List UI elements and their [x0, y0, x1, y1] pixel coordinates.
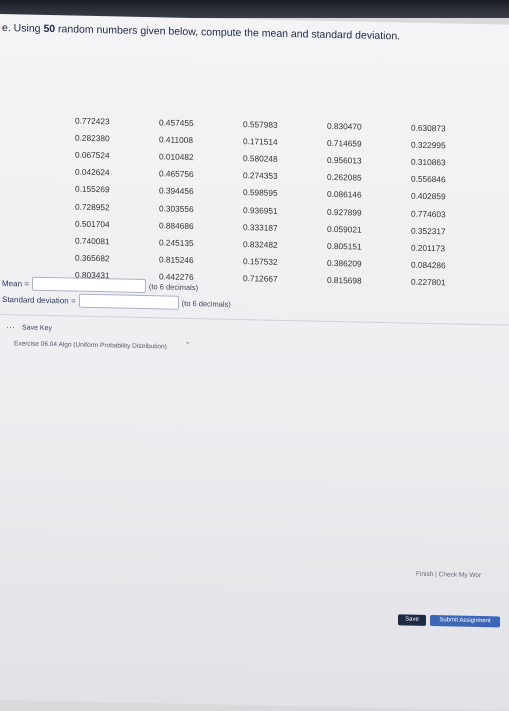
table-cell: 0.303556	[159, 202, 194, 214]
table-cell: 0.059021	[327, 223, 362, 235]
table-cell: 0.557983	[243, 118, 278, 130]
table-cell: 0.157532	[243, 256, 278, 267]
table-cell: 0.772423	[75, 115, 110, 126]
table-cell: 0.394456	[159, 185, 194, 197]
table-cell: 0.227801	[411, 276, 446, 288]
table-cell: 0.042624	[75, 166, 110, 178]
mean-input[interactable]	[31, 276, 146, 294]
table-cell: 0.084286	[411, 259, 446, 271]
table-cell: 0.201173	[411, 242, 445, 254]
table-cell: 0.010482	[159, 151, 194, 163]
table-cell: 0.556846	[411, 173, 446, 185]
table-cell: 0.402859	[411, 190, 446, 202]
table-cell: 0.936951	[243, 204, 278, 216]
save-key-link[interactable]: Save Key	[22, 324, 52, 332]
table-cell: 0.630873	[411, 122, 446, 133]
table-cell: 0.352317	[411, 225, 446, 237]
table-cell: 0.830470	[327, 120, 362, 132]
table-cell: 0.365682	[75, 252, 110, 264]
table-cell: 0.333187	[243, 221, 278, 233]
table-cell: 0.956013	[327, 154, 362, 166]
table-cell: 0.805151	[327, 240, 362, 252]
submit-assignment-button[interactable]: Submit Assignment	[430, 615, 500, 628]
table-cell: 0.714659	[327, 137, 362, 149]
table-cell: 0.457455	[159, 116, 194, 128]
chevron-down-icon[interactable]: ⌄	[184, 336, 192, 347]
table-cell: 0.155269	[75, 183, 110, 195]
instruction-text: e. Using 50 random numbers given below, …	[2, 22, 401, 43]
table-cell: 0.832482	[243, 238, 278, 250]
finish-check-link[interactable]: Finish | Check My Wor	[416, 571, 481, 579]
table-cell: 0.262085	[327, 172, 362, 183]
random-numbers-table: 0.772423 0.457455 0.557983 0.830470 0.630873…	[75, 112, 495, 293]
table-cell: 0.740081	[75, 235, 110, 247]
table-cell: 0.322995	[411, 139, 446, 151]
more-icon[interactable]: ⋯	[6, 322, 16, 333]
table-cell: 0.274353	[243, 170, 278, 181]
table-cell: 0.310863	[411, 156, 446, 168]
table-cell: 0.884686	[159, 220, 194, 231]
table-cell: 0.086146	[327, 189, 362, 200]
mean-note: (to 6 decimals)	[148, 281, 199, 292]
table-cell: 0.598595	[243, 187, 278, 199]
save-key-bar: ⋯ Save Key	[6, 322, 52, 334]
assignment-page: e. Using 50 random numbers given below, …	[0, 14, 509, 711]
table-cell: 0.815698	[327, 275, 362, 286]
table-cell: 0.171514	[243, 135, 278, 147]
table-cell: 0.411008	[159, 134, 193, 145]
sd-row: Standard deviation = (to 6 decimals)	[2, 292, 231, 311]
table-cell: 0.580248	[243, 153, 278, 164]
table-cell: 0.501704	[75, 218, 110, 230]
table-cell: 0.282380	[75, 132, 110, 144]
sd-label: Standard deviation =	[2, 294, 76, 306]
save-button[interactable]: Save	[398, 614, 426, 626]
exercise-link[interactable]: Exercise 06.04 Algo (Uniform Probability…	[14, 340, 167, 350]
sd-note: (to 6 decimals)	[181, 298, 231, 309]
table-cell: 0.712667	[243, 273, 278, 285]
table-cell: 0.465756	[159, 168, 194, 180]
table-cell: 0.067524	[75, 149, 110, 161]
mean-row: Mean = (to 6 decimals)	[2, 276, 198, 294]
sd-input[interactable]	[78, 293, 179, 310]
table-cell: 0.774603	[411, 208, 446, 219]
table-cell: 0.386209	[327, 257, 362, 269]
table-cell: 0.245135	[159, 237, 194, 248]
mean-label: Mean =	[2, 278, 29, 289]
table-cell: 0.815246	[159, 254, 194, 266]
table-cell: 0.927899	[327, 206, 362, 218]
random-count: 50	[43, 22, 56, 36]
table-cell: 0.728952	[75, 201, 110, 212]
section-divider	[0, 314, 509, 326]
